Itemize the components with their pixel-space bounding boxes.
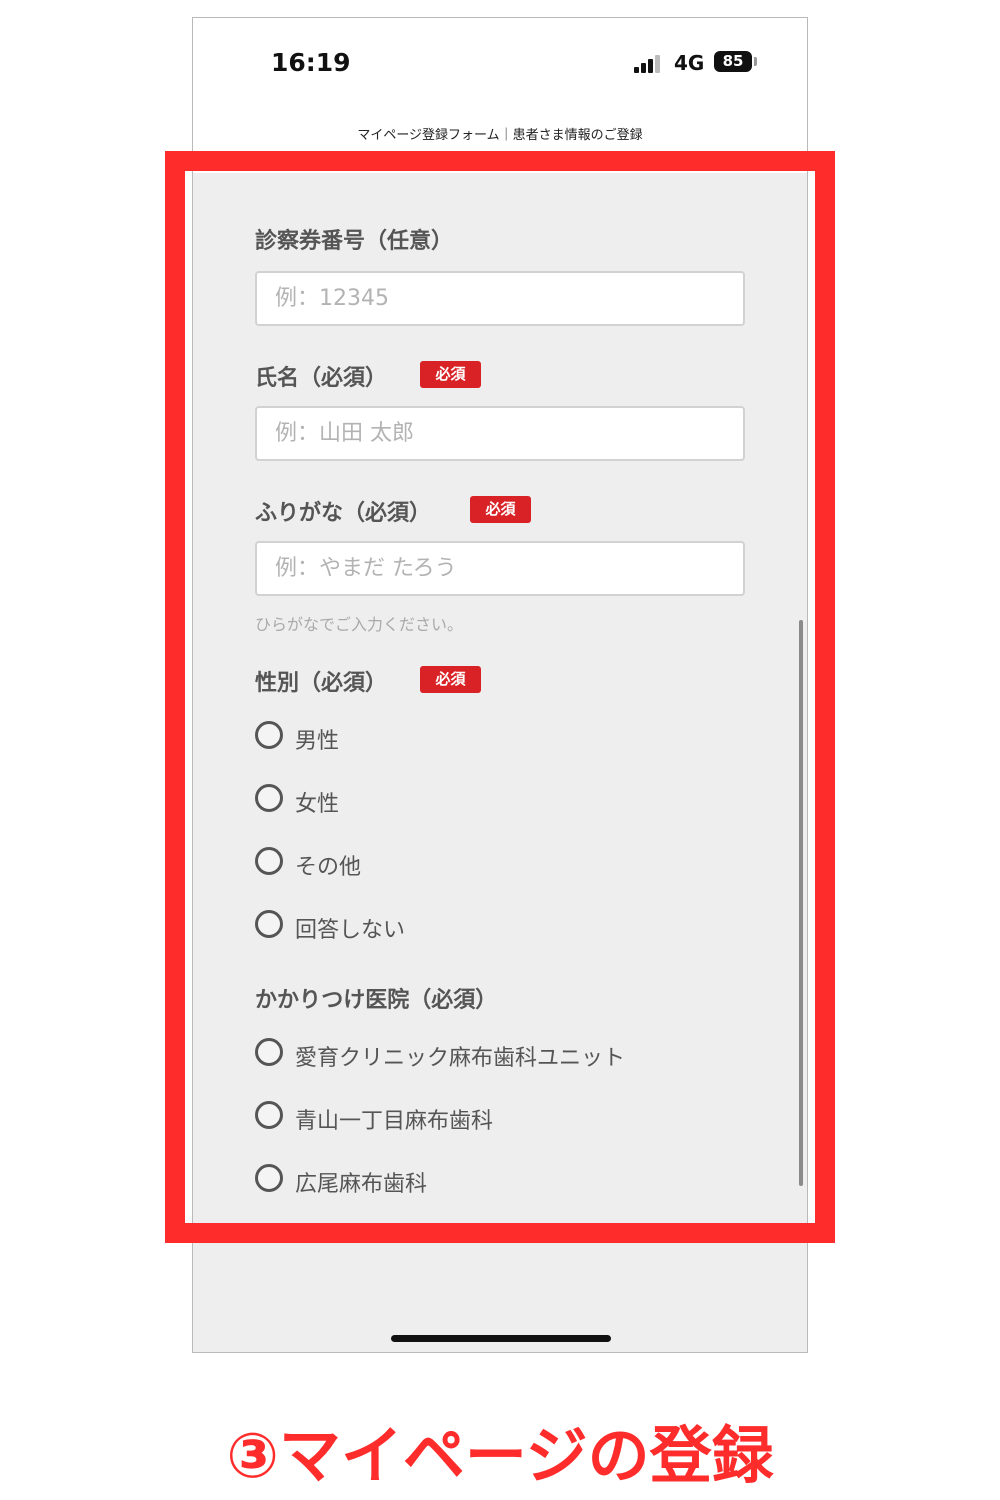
battery-icon: 85 bbox=[714, 51, 752, 72]
step-caption: ③マイページの登録 bbox=[226, 1419, 774, 1492]
battery-tip bbox=[754, 57, 757, 66]
network-type: 4G bbox=[674, 51, 705, 75]
page-title: マイページ登録フォーム｜患者さま情報のご登録 bbox=[357, 128, 643, 143]
home-indicator[interactable] bbox=[391, 1335, 611, 1342]
highlight-frame bbox=[165, 151, 835, 1243]
signal-bars-icon bbox=[634, 55, 662, 73]
status-bar: 16:19 4G 85 bbox=[193, 18, 807, 113]
status-time: 16:19 bbox=[271, 48, 351, 77]
